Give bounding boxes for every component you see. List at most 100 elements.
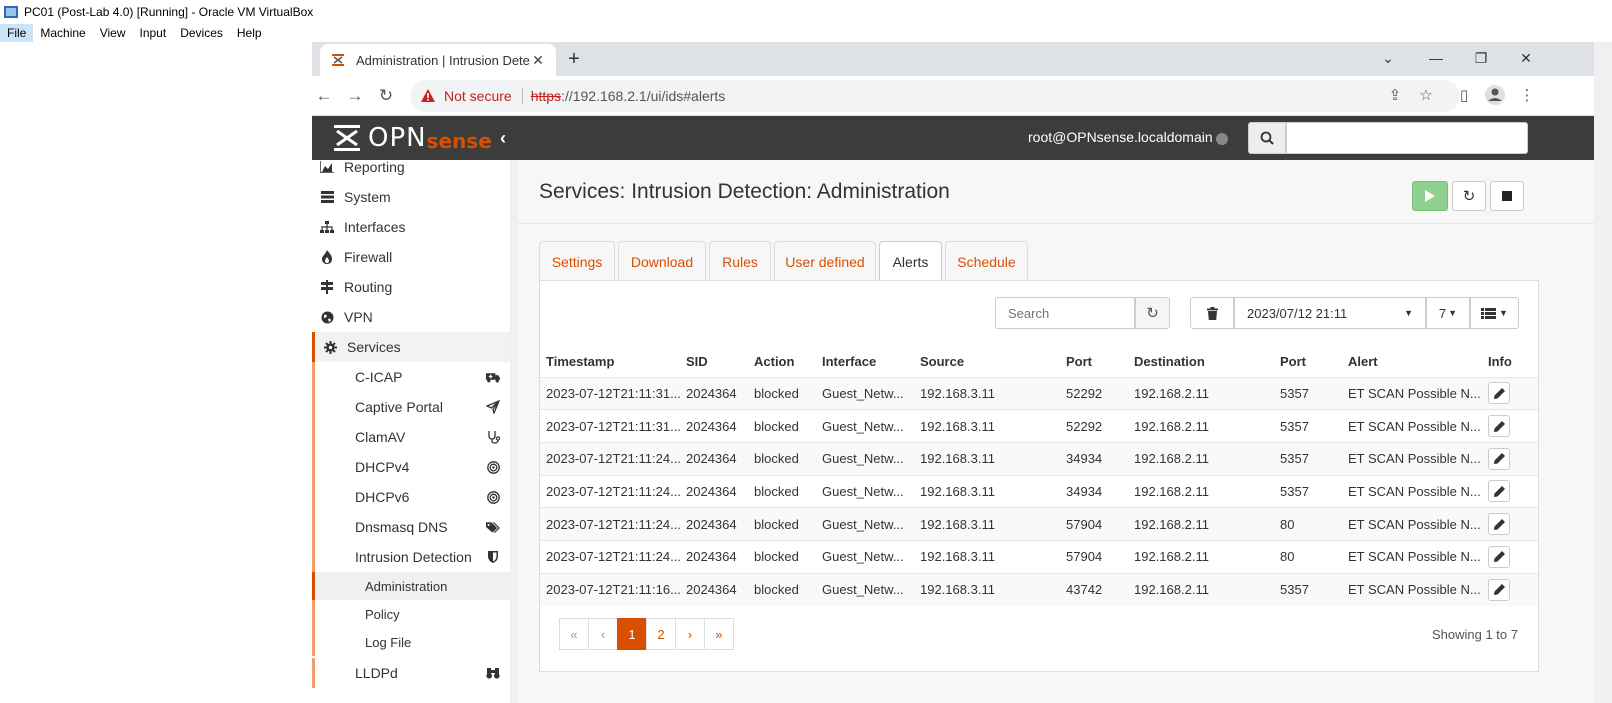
timestamp-cell: 2023-07-12T21:11:24... [540, 474, 680, 508]
tab-rules[interactable]: Rules [709, 241, 771, 281]
column-selector-button[interactable]: ▼ [1470, 297, 1519, 329]
col-timestamp[interactable]: Timestamp [540, 347, 680, 377]
new-tab-icon[interactable]: + [562, 48, 586, 72]
sidebar-item-c-icap[interactable]: C-ICAP [312, 362, 510, 392]
col-info[interactable]: Info [1482, 347, 1538, 377]
destination-port-cell: 5357 [1274, 409, 1342, 443]
profile-avatar-icon[interactable] [1483, 84, 1507, 108]
log-date-select[interactable]: 2023/07/12 21:11 ▼ [1234, 297, 1426, 329]
user-label[interactable]: root@OPNsense.localdomain [1028, 129, 1213, 145]
sidebar-scrollbar[interactable] [510, 160, 518, 703]
bookmark-star-icon[interactable]: ☆ [1414, 84, 1438, 108]
browser-tab[interactable]: Administration | Intrusion Detecti ✕ [320, 44, 556, 76]
edit-alert-button[interactable] [1488, 382, 1510, 405]
alerts-table: Timestamp SID Action Interface Source Po… [540, 347, 1538, 606]
vbox-menu-devices[interactable]: Devices [173, 24, 230, 42]
source-cell: 192.168.3.11 [914, 539, 1060, 574]
vbox-menu-help[interactable]: Help [230, 24, 269, 42]
play-icon [1425, 190, 1435, 202]
sidebar-item-label: Interfaces [344, 219, 406, 235]
address-bar[interactable]: Not secure https ://192.168.2.1/ui/ids#a… [410, 80, 1460, 112]
service-restart-button[interactable]: ↻ [1452, 181, 1486, 211]
back-arrow-icon[interactable]: ← [312, 84, 336, 108]
col-interface[interactable]: Interface [816, 347, 914, 377]
col-destination[interactable]: Destination [1128, 347, 1274, 377]
page-prev-button[interactable]: ‹ [588, 618, 618, 650]
col-alert[interactable]: Alert [1342, 347, 1482, 377]
tab-settings[interactable]: Settings [539, 241, 615, 281]
share-icon[interactable]: ⇪ [1383, 84, 1407, 108]
tab-user-defined[interactable]: User defined [774, 241, 876, 281]
minimize-icon[interactable]: — [1422, 46, 1450, 70]
sidebar-item-dhcpv4[interactable]: DHCPv4 [312, 452, 510, 482]
edit-alert-button[interactable] [1488, 513, 1510, 536]
sidebar-item-administration[interactable]: Administration [312, 572, 510, 600]
warning-triangle-icon[interactable] [420, 88, 436, 104]
sidebar-item-label: Log File [365, 634, 412, 650]
col-source[interactable]: Source [914, 347, 1060, 377]
reload-icon[interactable]: ↻ [374, 84, 398, 108]
tab-alerts[interactable]: Alerts [879, 241, 942, 282]
page-2-button[interactable]: 2 [646, 618, 676, 650]
not-secure-label[interactable]: Not secure [444, 88, 512, 104]
sidebar-item-vpn[interactable]: VPN [312, 302, 510, 332]
delete-alerts-button[interactable] [1190, 297, 1234, 329]
col-destination-port[interactable]: Port [1274, 347, 1342, 377]
sidebar-item-policy[interactable]: Policy [312, 600, 510, 628]
row-count-select[interactable]: 7 ▼ [1426, 297, 1470, 329]
sidebar-collapse-chevron-icon[interactable]: ‹ [500, 128, 506, 149]
sidebar-item-dnsmasq-dns[interactable]: Dnsmasq DNS [312, 512, 510, 542]
sidebar-item-routing[interactable]: Routing [312, 272, 510, 302]
top-search-input[interactable] [1286, 122, 1528, 154]
forward-arrow-icon[interactable]: → [343, 84, 367, 108]
sidebar-item-services[interactable]: Services [312, 332, 510, 362]
vbox-menu-machine[interactable]: Machine [33, 24, 92, 42]
page-1-button[interactable]: 1 [617, 618, 647, 650]
vbox-scrollbar[interactable] [1594, 42, 1612, 703]
sidebar-item-log-file[interactable]: Log File [312, 628, 510, 656]
sidebar-item-dhcpv6[interactable]: DHCPv6 [312, 482, 510, 512]
page-first-button[interactable]: « [559, 618, 589, 650]
service-stop-button[interactable] [1490, 181, 1524, 211]
tab-close-icon[interactable]: ✕ [530, 52, 546, 69]
sidebar-item-interfaces[interactable]: Interfaces [312, 212, 510, 242]
search-refresh-button[interactable]: ↻ [1135, 297, 1170, 329]
sidebar-item-intrusion-detection[interactable]: Intrusion Detection [312, 542, 510, 572]
page-next-button[interactable]: › [675, 618, 705, 650]
trash-icon [1206, 306, 1218, 320]
sidebar-item-captive-portal[interactable]: Captive Portal [312, 392, 510, 422]
edit-alert-button[interactable] [1488, 447, 1510, 470]
status-dot-icon[interactable] [1216, 133, 1228, 145]
source-cell: 192.168.3.11 [914, 474, 1060, 508]
sidebar-item-lldpd[interactable]: LLDPd [312, 658, 510, 688]
kebab-menu-icon[interactable]: ⋮ [1515, 84, 1539, 108]
edit-alert-button[interactable] [1488, 480, 1510, 503]
sidebar-item-label: C-ICAP [355, 369, 403, 385]
tab-search-chevron-icon[interactable]: ⌄ [1374, 46, 1402, 70]
close-window-icon[interactable]: ✕ [1512, 46, 1540, 70]
vbox-menu-view[interactable]: View [93, 24, 133, 42]
col-action[interactable]: Action [748, 347, 816, 377]
sidebar-item-clamav[interactable]: ClamAV [312, 422, 510, 452]
service-start-button[interactable] [1412, 181, 1448, 211]
opnsense-logo[interactable]: OPN sense [332, 122, 492, 154]
sidebar-item-system[interactable]: System [312, 182, 510, 212]
restore-icon[interactable]: ❐ [1467, 46, 1495, 70]
top-search-icon[interactable] [1248, 122, 1286, 154]
paper-plane-icon [486, 400, 500, 414]
edit-alert-button[interactable] [1488, 415, 1510, 438]
sidebar-item-label: Services [347, 339, 401, 355]
sidebar-item-firewall[interactable]: Firewall [312, 242, 510, 272]
tab-schedule[interactable]: Schedule [945, 241, 1028, 281]
alert-search-input[interactable] [995, 297, 1135, 329]
edit-alert-button[interactable] [1488, 578, 1510, 601]
vbox-menu-file[interactable]: File [0, 24, 34, 42]
page-last-button[interactable]: » [704, 618, 734, 650]
edit-alert-button[interactable] [1488, 545, 1510, 568]
tab-download[interactable]: Download [618, 241, 706, 281]
col-sid[interactable]: SID [680, 347, 748, 377]
vbox-menu-input[interactable]: Input [133, 24, 174, 42]
sidebar-item-reporting[interactable]: Reporting [312, 160, 510, 182]
col-source-port[interactable]: Port [1060, 347, 1128, 377]
side-panel-icon[interactable]: ▯ [1452, 84, 1476, 108]
